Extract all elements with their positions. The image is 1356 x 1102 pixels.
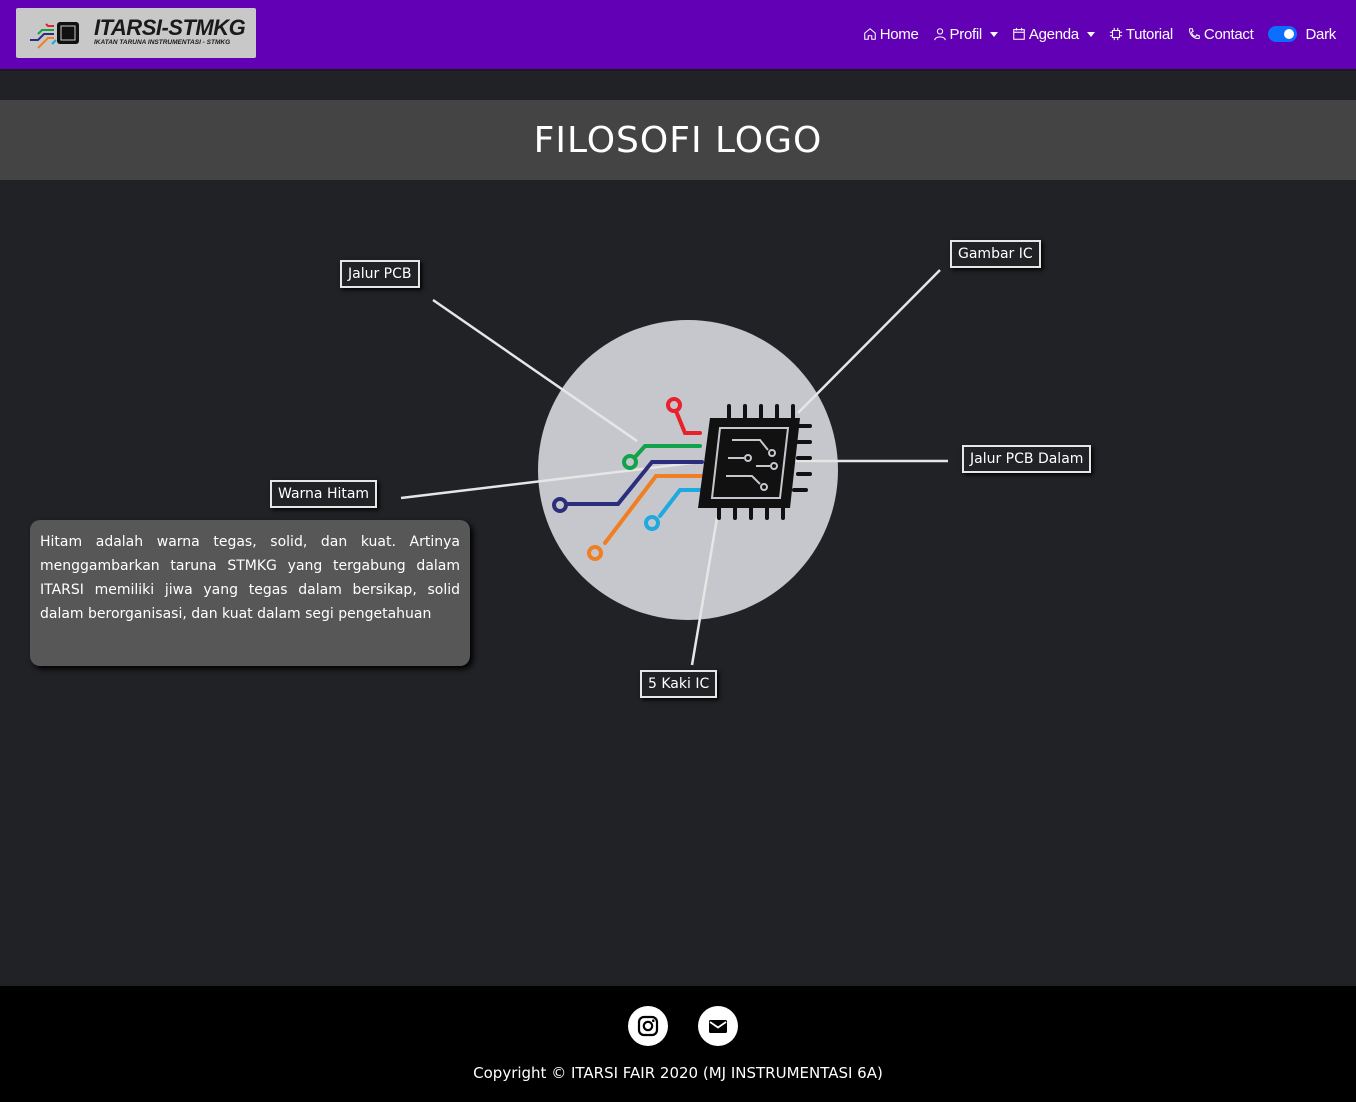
description-tooltip: Hitam adalah warna tegas, solid, dan kua…	[30, 520, 470, 666]
mail-button[interactable]	[698, 1006, 738, 1046]
label-gambar-ic[interactable]: Gambar IC	[950, 240, 1041, 268]
instagram-icon	[637, 1015, 659, 1037]
connector-jalur-pcb	[432, 298, 638, 443]
label-jalur-pcb-dalam[interactable]: Jalur PCB Dalam	[962, 445, 1092, 473]
copyright-text: Copyright © ITARSI FAIR 2020 (MJ INSTRUM…	[473, 1064, 883, 1082]
ic-chip-icon	[698, 404, 812, 520]
footer: Copyright © ITARSI FAIR 2020 (MJ INSTRUM…	[0, 986, 1356, 1102]
mail-icon	[709, 1020, 727, 1033]
label-jalur-pcb[interactable]: Jalur PCB	[340, 260, 420, 288]
label-kaki-ic[interactable]: 5 Kaki IC	[640, 670, 718, 698]
pcb-traces	[552, 397, 708, 561]
connector-kaki-ic	[690, 517, 719, 666]
connector-gambar-ic	[797, 269, 941, 414]
instagram-button[interactable]	[628, 1006, 668, 1046]
label-warna-hitam[interactable]: Warna Hitam	[270, 480, 378, 508]
